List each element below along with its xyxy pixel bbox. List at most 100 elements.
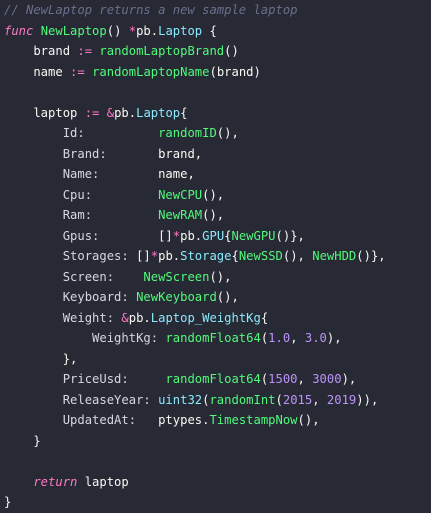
code-token-plain: [] xyxy=(136,249,151,263)
code-token-plain: (), xyxy=(209,269,232,284)
code-token-keyword: return xyxy=(4,474,78,489)
code-token-plain: [] xyxy=(158,228,173,243)
code-token-plain: { xyxy=(224,228,232,243)
code-line: // NewLaptop returns a new sample laptop xyxy=(4,0,386,21)
code-token-plain: , xyxy=(312,392,327,407)
code-token-func: randomFloat64 xyxy=(165,331,261,345)
code-token-func: randomInt xyxy=(209,392,276,407)
code-token-plain: } xyxy=(4,495,12,509)
code-token-plain: { xyxy=(202,23,217,38)
code-line: UpdatedAt: ptypes.TimestampNow(), xyxy=(4,410,386,431)
code-token-plain: } xyxy=(4,433,41,448)
code-token-plain: brand xyxy=(4,44,78,58)
code-token-plain: pb. xyxy=(128,310,151,325)
code-line: return laptop xyxy=(4,472,386,493)
code-token-plain: ), xyxy=(341,372,357,386)
code-line: } xyxy=(4,431,386,452)
code-token-func: TimestampNow xyxy=(209,413,298,427)
code-token-type: uint32 xyxy=(158,392,203,407)
code-token-op: & xyxy=(121,310,129,325)
code-token-func: NewSSD xyxy=(238,249,283,263)
code-token-plain: name, xyxy=(158,167,195,181)
code-token-type: Laptop_WeightKg xyxy=(150,310,261,325)
code-token-plain: laptop xyxy=(77,474,129,489)
code-token-plain: ()}, xyxy=(356,249,386,263)
code-token-op: := xyxy=(77,44,93,58)
code-token-type: Storage xyxy=(180,249,232,263)
code-block[interactable]: // NewLaptop returns a new sample laptop… xyxy=(4,0,386,513)
code-token-number: 3000 xyxy=(312,372,342,386)
code-token-plain: (), xyxy=(297,413,320,427)
code-token-type: GPU xyxy=(202,228,225,243)
code-line: Screen: NewScreen(), xyxy=(4,267,386,288)
code-token-plain: { xyxy=(231,249,239,263)
code-line: brand := randomLaptopBrand() xyxy=(4,41,386,62)
code-line: Ram: NewRAM(), xyxy=(4,205,386,226)
code-token-keyword: func xyxy=(4,23,41,38)
code-token-plain: (), xyxy=(216,290,239,304)
code-token-plain: ptypes. xyxy=(158,413,210,427)
code-line: Cpu: NewCPU(), xyxy=(4,185,386,206)
code-token-field: Storages: xyxy=(4,249,137,263)
code-token-field: UpdatedAt: xyxy=(4,413,159,427)
code-token-type: Laptop xyxy=(136,105,181,120)
code-line: } xyxy=(4,492,386,513)
code-token-plain: ), xyxy=(326,331,342,345)
code-token-func: NewScreen xyxy=(143,269,210,284)
code-token-op: := xyxy=(84,105,100,120)
code-token-type: Laptop xyxy=(158,23,203,38)
code-editor[interactable]: // NewLaptop returns a new sample laptop… xyxy=(0,0,431,513)
code-line: }, xyxy=(4,349,386,370)
code-token-plain: , xyxy=(290,331,305,345)
code-token-plain: pb. xyxy=(114,105,137,120)
code-token-plain: name xyxy=(4,64,71,79)
code-token-field: Ram: xyxy=(4,208,159,222)
code-line: Weight: &pb.Laptop_WeightKg{ xyxy=(4,308,386,329)
code-token-plain: (), xyxy=(282,249,313,263)
code-token-plain: , xyxy=(297,372,313,386)
code-line: Keyboard: NewKeyboard(), xyxy=(4,287,386,308)
code-line: Name: name, xyxy=(4,164,386,185)
code-token-func: randomLaptopName xyxy=(92,64,210,79)
code-line: name := randomLaptopName(brand) xyxy=(4,62,386,83)
code-token-number: 3.0 xyxy=(304,331,327,345)
code-line: Brand: brand, xyxy=(4,144,386,165)
code-line: Storages: []*pb.Storage{NewSSD(), NewHDD… xyxy=(4,246,386,267)
code-line: ReleaseYear: uint32(randomInt(2015, 2019… xyxy=(4,390,386,411)
code-token-func: randomFloat64 xyxy=(165,372,261,386)
code-token-field: WeightKg: xyxy=(4,331,166,345)
code-token-op: := xyxy=(70,64,85,79)
code-token-number: 1500 xyxy=(268,372,298,386)
code-token-plain: )), xyxy=(356,392,379,407)
code-token-plain: (), xyxy=(202,208,225,222)
code-line: PriceUsd: randomFloat64(1500, 3000), xyxy=(4,369,386,390)
code-token-op: * xyxy=(150,249,159,263)
code-token-plain: pb. xyxy=(136,23,159,38)
code-token-field: Weight: xyxy=(4,310,122,325)
code-token-field: Name: xyxy=(4,167,159,181)
code-token-field: ReleaseYear: xyxy=(4,392,159,407)
code-token-field: Gpus: xyxy=(4,228,159,243)
code-token-plain: (), xyxy=(202,187,225,202)
code-token-plain: () xyxy=(224,44,239,58)
code-token-func: NewRAM xyxy=(158,208,203,222)
code-token-plain: { xyxy=(180,105,188,120)
code-line: func NewLaptop() *pb.Laptop { xyxy=(4,21,386,42)
code-token-plain: { xyxy=(260,310,269,325)
code-token-plain: ( xyxy=(275,392,283,407)
code-token-field: Id: xyxy=(4,126,159,140)
code-token-plain: pb. xyxy=(180,228,203,243)
code-token-plain: }, xyxy=(4,351,78,366)
code-token-op: & xyxy=(106,105,115,120)
code-token-plain: pb. xyxy=(158,249,181,263)
code-token-number: 1.0 xyxy=(268,331,291,345)
code-token-plain: () xyxy=(106,23,129,38)
code-token-plain: (brand) xyxy=(209,64,261,79)
code-token-plain: (), xyxy=(216,126,239,140)
code-line: laptop := &pb.Laptop{ xyxy=(4,103,386,124)
code-token-func: randomID xyxy=(158,126,217,140)
code-token-number: 2019 xyxy=(326,392,357,407)
code-token-comment: // NewLaptop returns a new sample laptop xyxy=(4,3,298,17)
